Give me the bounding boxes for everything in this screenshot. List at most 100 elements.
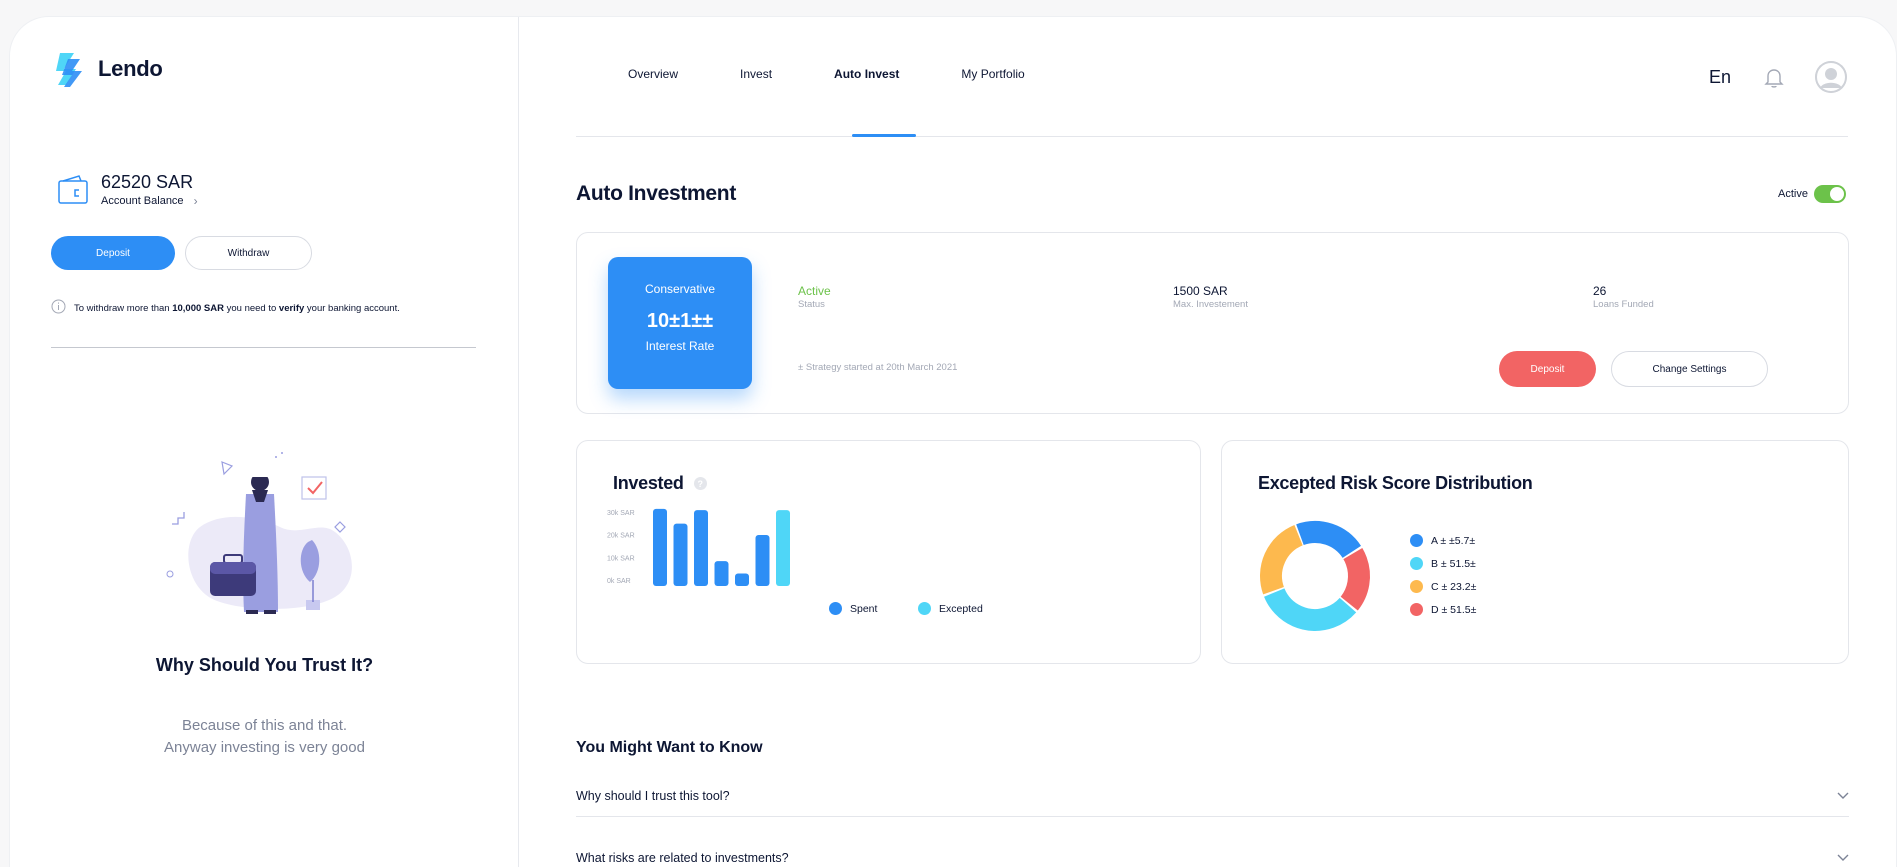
interest-rate-label: Interest Rate (645, 339, 715, 353)
avatar-icon[interactable] (1815, 61, 1847, 93)
trust-subtitle: Because of this and that. Anyway investi… (10, 715, 519, 759)
risk-legend-c: C ± 23.2± (1410, 580, 1476, 593)
invested-card: Invested ? 30k SAR 20k SAR 10k SAR 0k SAR S… (576, 440, 1201, 664)
trust-line-2: Anyway investing is very good (164, 739, 365, 756)
balance-label-link[interactable]: Account Balance › (101, 194, 198, 208)
bar-spent-2 (694, 510, 708, 586)
logo[interactable]: Lendo (54, 49, 163, 89)
investor-illustration (160, 432, 380, 627)
y-tick-label: 10k SAR (607, 555, 635, 562)
y-tick-label: 20k SAR (607, 533, 635, 540)
bar-spent-4 (735, 573, 749, 586)
trust-line-1: Because of this and that. (181, 717, 348, 734)
strategy-start-note: ± Strategy started at 20th March 2021 (798, 362, 958, 373)
balance-amount: 62520 SAR (101, 172, 194, 192)
withdraw-notice: To withdraw more than 10,000 SAR you nee… (51, 299, 400, 317)
legend-label-spent: Spent (850, 602, 878, 615)
stat-loans-value: 26 (1593, 284, 1607, 298)
bar-spent-1 (673, 523, 688, 586)
sidebar: Lendo 62520 SAR Account Balance › Deposi… (10, 17, 519, 867)
sidebar-divider (51, 347, 476, 348)
legend-dot-b (1410, 557, 1423, 570)
legend-label-a: A ± ±5.7± (1431, 534, 1476, 547)
bell-icon[interactable] (1764, 67, 1784, 89)
legend-label-b: B ± 51.5± (1431, 557, 1476, 570)
legend-excepted: Excepted (918, 602, 983, 615)
risk-legend-b: B ± 51.5± (1410, 557, 1476, 570)
stat-max-label: Max. Investement (1173, 299, 1248, 310)
strategy-badge: Conservative 10±1±± Interest Rate (608, 257, 752, 389)
stat-status: Active Status (798, 284, 831, 310)
toggle-switch[interactable] (1813, 185, 1846, 203)
stat-status-value: Active (798, 284, 831, 298)
legend-dot-c (1410, 580, 1423, 593)
legend-dot-a (1410, 534, 1423, 547)
faq-question: What risks are related to investments? (576, 850, 789, 865)
risk-title: Excepted Risk Score Distribution (1258, 473, 1533, 493)
faq-title: You Might Want to Know (576, 739, 763, 756)
verify-link[interactable]: verify (279, 303, 304, 314)
toggle-label: Active (1778, 188, 1808, 200)
notice-text: To withdraw more than 10,000 SAR you nee… (74, 302, 400, 314)
legend-dot-excepted (918, 602, 931, 615)
legend-label-excepted: Excepted (939, 602, 983, 615)
invested-title-text: Invested (613, 473, 684, 493)
account-balance: 62520 SAR Account Balance › (57, 172, 198, 208)
invested-bar-chart: 30k SAR 20k SAR 10k SAR 0k SAR (607, 508, 790, 586)
nav-active-indicator (852, 134, 916, 137)
legend-spent: Spent (829, 602, 877, 615)
auto-invest-toggle[interactable]: Active (1778, 185, 1846, 203)
interest-rate-value: 10±1±± (646, 310, 714, 332)
chevron-down-icon (1837, 792, 1849, 799)
nav-my-portfolio[interactable]: My Portfolio (961, 67, 1024, 81)
language-switch[interactable]: En (1709, 67, 1731, 88)
risk-distribution-card: Excepted Risk Score Distribution A ± ±5.… (1221, 440, 1849, 664)
risk-legend-a: A ± ±5.7± (1410, 534, 1476, 547)
stat-max-value: 1500 SAR (1173, 284, 1228, 298)
bar-spent-0 (653, 508, 667, 586)
nav-auto-invest[interactable]: Auto Invest (834, 67, 899, 81)
bar-spent-5 (755, 535, 770, 586)
risk-legend-d: D ± 51.5± (1410, 603, 1476, 616)
risk-legend: A ± ±5.7± B ± 51.5± C ± 23.2± D ± 51.5± (1410, 534, 1476, 626)
legend-dot-d (1410, 603, 1423, 616)
strategy-deposit-button[interactable]: Deposit (1499, 351, 1596, 387)
nav-overview[interactable]: Overview (628, 67, 678, 81)
chevron-right-icon: › (193, 194, 198, 208)
lendo-logo-icon (54, 49, 88, 89)
bar-spent-3 (714, 561, 729, 586)
nav-divider (576, 136, 1848, 137)
main-content: Overview Invest Auto Invest My Portfolio… (519, 17, 1896, 867)
y-tick-label: 0k SAR (607, 578, 631, 585)
stat-max-investment: 1500 SAR Max. Investement (1173, 284, 1248, 310)
stat-status-label: Status (798, 299, 825, 310)
legend-dot-spent (829, 602, 842, 615)
chevron-down-icon (1837, 854, 1849, 861)
faq-item-risks[interactable]: What risks are related to investments? (576, 837, 1849, 867)
nav-invest[interactable]: Invest (740, 67, 772, 81)
change-settings-button[interactable]: Change Settings (1611, 351, 1768, 387)
page-title: Auto Investment (576, 182, 737, 205)
legend-label-c: C ± 23.2± (1431, 580, 1477, 593)
stat-loans-label: Loans Funded (1593, 299, 1654, 310)
strategy-card: Conservative 10±1±± Interest Rate Active… (576, 232, 1849, 414)
trust-title: Why Should You Trust It? (155, 655, 374, 675)
app-shell: Lendo 62520 SAR Account Balance › Deposi… (9, 16, 1897, 867)
deposit-button[interactable]: Deposit (51, 236, 175, 270)
top-nav: Overview Invest Auto Invest My Portfolio (628, 67, 1087, 81)
help-icon[interactable]: ? (693, 477, 707, 490)
stat-loans-funded: 26 Loans Funded (1593, 284, 1654, 310)
faq-item-trust[interactable]: Why should I trust this tool? (576, 775, 1849, 817)
invested-title: Invested ? (613, 473, 707, 494)
wallet-icon (57, 175, 91, 205)
balance-label: Account Balance (101, 195, 184, 207)
risk-donut-chart (1260, 521, 1370, 631)
legend-label-d: D ± 51.5± (1431, 603, 1477, 616)
info-icon (51, 299, 66, 317)
brand-name: Lendo (98, 56, 163, 81)
y-tick-label: 30k SAR (607, 510, 635, 517)
withdraw-button[interactable]: Withdraw (185, 236, 312, 270)
strategy-name: Conservative (644, 282, 716, 296)
faq-question: Why should I trust this tool? (576, 788, 730, 803)
bar-excepted-6 (776, 510, 790, 586)
